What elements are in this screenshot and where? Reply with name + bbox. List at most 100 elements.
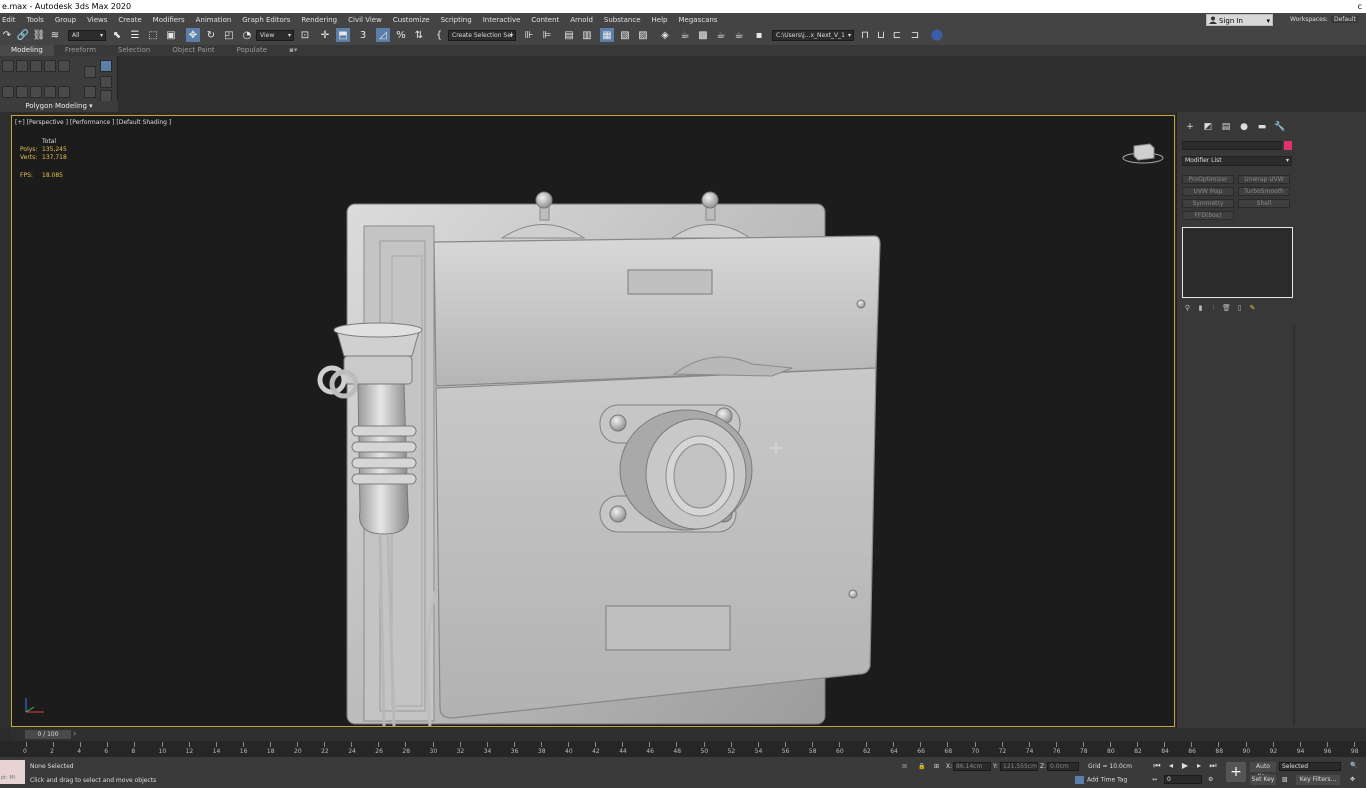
polygon-mode-button[interactable] [44, 60, 56, 72]
orbit-icon[interactable]: ✥ [1350, 776, 1355, 783]
goto-start-icon[interactable]: ⏮ [1152, 761, 1162, 771]
layer-explorer-icon[interactable]: ▥ [580, 28, 594, 42]
named-selection-dropdown[interactable]: Create Selection Sel [448, 30, 516, 41]
menu-modifiers[interactable]: Modifiers [153, 16, 185, 24]
track-bar[interactable]: 0 2 4 6 8 10 12 14 16 18 20 22 24 26 28 30 32 34 36 38 40 42 4… [0, 741, 1366, 757]
set-project-icon[interactable]: ⊔ [874, 28, 888, 42]
selection-filter-dropdown[interactable]: All [68, 30, 106, 41]
rect-selection-icon[interactable]: ⬚ [146, 28, 160, 42]
redo-icon[interactable]: ↷ [0, 28, 14, 42]
window-crossing-icon[interactable]: ▣ [164, 28, 178, 42]
ribbon-tool-6[interactable] [84, 86, 96, 98]
edit-named-selection-icon[interactable]: { [432, 28, 446, 42]
ribbon-tool-4[interactable] [44, 86, 56, 98]
selected-set-dropdown[interactable]: Selected [1279, 762, 1341, 771]
snaps-toggle-icon[interactable]: 3 [356, 28, 370, 42]
curve-editor-icon[interactable]: ▧ [618, 28, 632, 42]
set-key-button[interactable]: Set Key [1250, 775, 1276, 785]
isolate-selection-icon[interactable]: ⊠ [902, 763, 907, 770]
perspective-viewport[interactable]: [+] [Perspective ] [Performance ] [Defau… [11, 115, 1175, 727]
sign-in-dropdown[interactable]: Sign In ▾ [1206, 14, 1273, 26]
menu-edit[interactable]: Edit [2, 16, 16, 24]
angle-snap-icon[interactable]: ◿ [376, 28, 390, 42]
reference-coordinate-dropdown[interactable]: View [256, 30, 294, 41]
make-unique-icon[interactable]: ⫶ [1208, 304, 1219, 313]
window-controls[interactable]: c [1358, 0, 1362, 13]
keyboard-shortcut-override-icon[interactable]: ⬒ [336, 28, 350, 42]
key-mode-icon[interactable]: ↔ [1152, 776, 1157, 783]
modifier-stack[interactable] [1182, 227, 1293, 298]
tab-freeform[interactable]: Freeform [54, 45, 107, 56]
x-coordinate-field[interactable]: 86.14cm [953, 762, 991, 771]
ribbon-tool-1[interactable] [2, 86, 14, 98]
next-frame-icon[interactable]: ▸ [1194, 761, 1204, 771]
display-tab-icon[interactable]: ▬ [1253, 120, 1271, 134]
current-frame-field[interactable]: 0 [1164, 775, 1202, 784]
render-in-cloud-icon[interactable]: ▪ [752, 28, 766, 42]
modifier-turbosmooth-button[interactable]: TurboSmooth [1238, 187, 1290, 196]
percent-snap-icon[interactable]: % [394, 28, 408, 42]
toggle-ribbon-icon[interactable]: ▦ [600, 28, 614, 42]
unlink-icon[interactable]: ⛓ [32, 28, 46, 42]
time-slider-thumb[interactable]: 0 / 100 [25, 730, 71, 739]
pivot-center-icon[interactable]: ⊡ [298, 28, 312, 42]
ribbon-options-icon[interactable]: ▪▾ [278, 45, 308, 56]
pin-stack-icon[interactable]: ⚲ [1182, 304, 1193, 313]
modifier-prooptimizer-button[interactable]: ProOptimizer [1182, 175, 1234, 184]
menu-customize[interactable]: Customize [393, 16, 430, 24]
menu-interactive[interactable]: Interactive [483, 16, 521, 24]
asset-tracking-icon[interactable]: ⊐ [908, 28, 922, 42]
object-name-field[interactable] [1182, 141, 1282, 150]
polygon-modeling-dropdown[interactable]: Polygon Modeling ▾ [0, 101, 118, 112]
pin-stack-button[interactable] [100, 60, 112, 72]
schematic-view-icon[interactable]: ▨ [636, 28, 650, 42]
modifier-unwrap-uvw-button[interactable]: Unwrap UVW [1238, 175, 1290, 184]
menu-graph-editors[interactable]: Graph Editors [242, 16, 290, 24]
modifier-uvw-map-button[interactable]: UVW Map [1182, 187, 1234, 196]
spinner-snap-icon[interactable]: ⇅ [412, 28, 426, 42]
zoom-icon[interactable]: 🔍 [1350, 762, 1357, 769]
create-tab-icon[interactable]: + [1181, 120, 1199, 134]
tab-modeling[interactable]: Modeling [0, 45, 54, 56]
mirror-icon[interactable]: ⊪ [522, 28, 536, 42]
auto-key-button[interactable]: Auto Key [1250, 762, 1276, 780]
align-icon[interactable]: ⊫ [540, 28, 554, 42]
select-object-icon[interactable]: ⬉ [110, 28, 124, 42]
tab-object-paint[interactable]: Object Paint [161, 45, 225, 56]
material-editor-icon[interactable]: ◈ [658, 28, 672, 42]
add-time-tag-button[interactable]: Add Time Tag [1075, 776, 1127, 784]
select-rotate-icon[interactable]: ↻ [204, 28, 218, 42]
maxscript-listener[interactable]: pt: Mi [0, 760, 25, 784]
previous-frame-icon[interactable]: ◂ [1166, 761, 1176, 771]
edit-icon[interactable]: ✎ [1247, 304, 1258, 313]
menu-civil-view[interactable]: Civil View [348, 16, 382, 24]
menu-megascans[interactable]: Megascans [679, 16, 718, 24]
select-manipulate-icon[interactable]: ✛ [318, 28, 332, 42]
chevron-right-icon[interactable]: › [73, 729, 76, 738]
tab-selection[interactable]: Selection [107, 45, 161, 56]
open-project-icon[interactable]: ⊓ [858, 28, 872, 42]
modifier-symmetry-button[interactable]: Symmetry [1182, 199, 1234, 208]
menu-views[interactable]: Views [87, 16, 107, 24]
border-mode-button[interactable] [30, 60, 42, 72]
ribbon-tool-5[interactable] [58, 86, 70, 98]
vertex-mode-button[interactable] [2, 60, 14, 72]
ribbon-tool-3[interactable] [30, 86, 42, 98]
z-coordinate-field[interactable]: 0.0cm [1047, 762, 1079, 771]
modify-tab-icon[interactable]: ◩ [1199, 120, 1217, 134]
configure-modifier-sets-icon[interactable]: ▯ [1234, 304, 1245, 313]
object-color-swatch[interactable] [1284, 141, 1292, 150]
selection-lock-icon[interactable]: 🔒 [918, 763, 925, 770]
link-icon[interactable]: 🔗 [16, 28, 30, 42]
absolute-mode-icon[interactable]: ⊞ [934, 763, 939, 770]
tab-populate[interactable]: Populate [226, 45, 278, 56]
project-folder-icon[interactable]: ⊏ [890, 28, 904, 42]
plugin-icon[interactable] [930, 28, 944, 42]
motion-tab-icon[interactable]: ● [1235, 120, 1253, 134]
menu-group[interactable]: Group [55, 16, 76, 24]
modifier-shell-button[interactable]: Shell [1238, 199, 1290, 208]
set-keys-button[interactable]: + [1226, 762, 1246, 782]
modifier-list-dropdown[interactable]: Modifier List [1182, 156, 1292, 166]
render-setup-icon[interactable]: ☕ [678, 28, 692, 42]
ribbon-tool-2[interactable] [16, 86, 28, 98]
